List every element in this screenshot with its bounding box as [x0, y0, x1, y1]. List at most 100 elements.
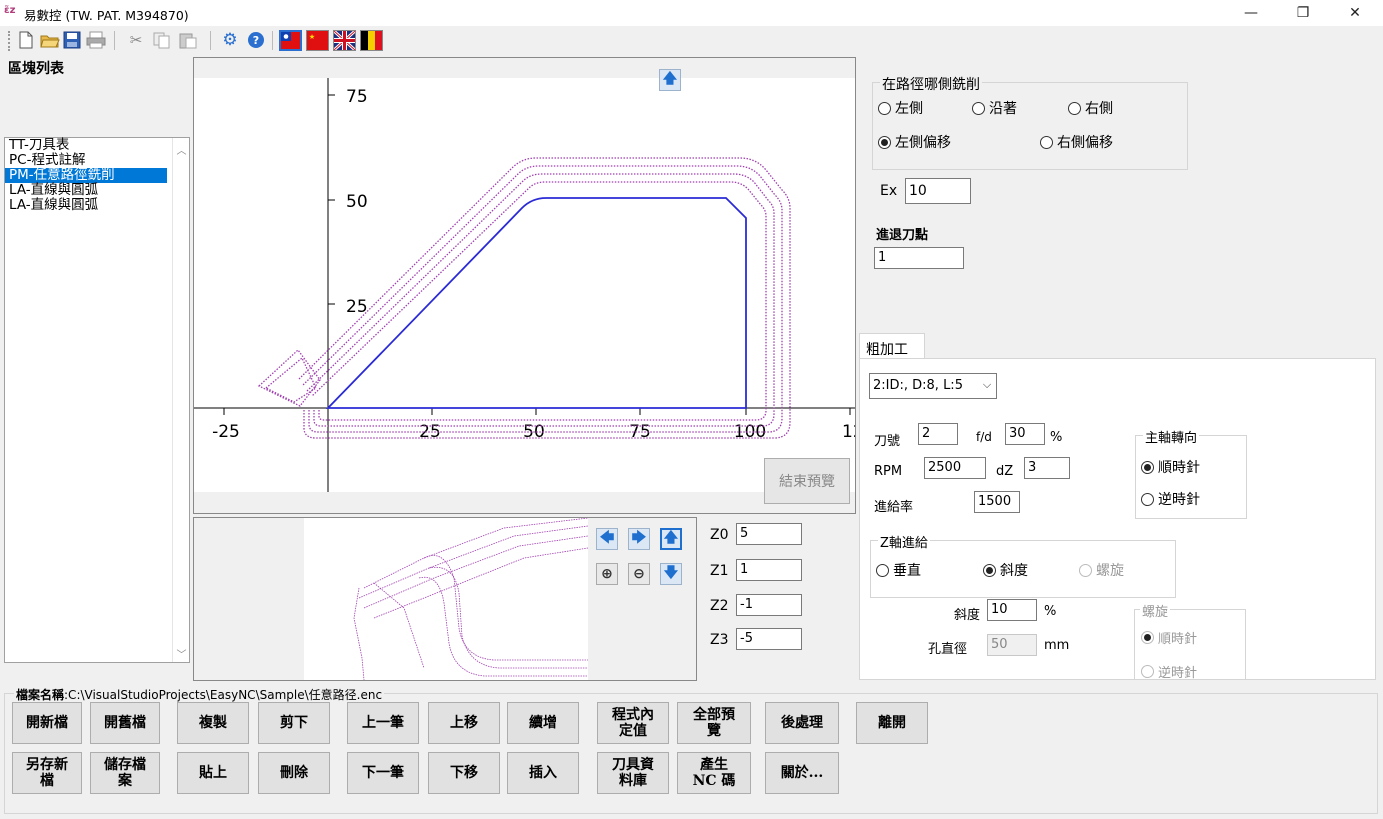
zoom-in-icon[interactable]: ⊕ [596, 563, 618, 585]
pan-right-button[interactable]: 🡆 [628, 528, 650, 550]
paste-button[interactable]: 貼上 [177, 752, 249, 794]
open-file-button[interactable]: 開舊檔 [90, 702, 160, 744]
offset-path-1 [297, 157, 791, 439]
new-file-button[interactable]: 開新檔 [12, 702, 82, 744]
tool-select[interactable]: 2:ID:, D:8, L:5 [869, 373, 997, 399]
open-folder-icon[interactable] [40, 30, 60, 50]
append-button[interactable]: 續增 [507, 702, 579, 744]
radio-helix-ccw[interactable]: 逆時針 [1141, 662, 1197, 681]
help-icon[interactable]: ? [246, 30, 266, 50]
tab-rough[interactable]: 粗加工 [859, 333, 925, 359]
settings-icon[interactable]: ⚙ [220, 30, 240, 50]
print-icon[interactable] [86, 30, 106, 50]
save-icon[interactable] [62, 30, 82, 50]
save-as-button[interactable]: 另存新檔 [12, 752, 82, 794]
insert-button[interactable]: 插入 [507, 752, 579, 794]
chevron-down-icon[interactable]: ⌵ [980, 378, 994, 396]
pan-left-button[interactable]: 🡄 [596, 528, 618, 550]
radio-label: 沿著 [989, 101, 1017, 117]
about-button[interactable]: 關於... [765, 752, 839, 794]
preview-all-button[interactable]: 全部預覽 [677, 702, 751, 744]
radio-right-offset[interactable]: 右側偏移 [1040, 132, 1113, 152]
delete-button[interactable]: 刪除 [258, 752, 330, 794]
chevron-down-icon[interactable]: ﹀ [173, 646, 190, 661]
z3-input[interactable]: -5 [736, 628, 802, 650]
dz-input[interactable]: 3 [1024, 457, 1070, 479]
exit-button[interactable]: 離開 [856, 702, 928, 744]
hole-diameter-input[interactable]: 50 [987, 634, 1037, 656]
pan-up-button[interactable]: 🡅 [660, 528, 682, 550]
feed-label: 進給率 [874, 500, 914, 515]
chevron-up-icon[interactable]: ︿ [173, 142, 190, 157]
radio-spindle-cw[interactable]: 順時針 [1141, 457, 1200, 477]
program-default-button[interactable]: 程式內 定值 [597, 702, 669, 744]
cut-icon[interactable]: ✂ [126, 30, 146, 50]
taiwan-flag-icon[interactable] [279, 30, 302, 51]
list-item[interactable]: LA-直線與圓弧 [5, 198, 189, 213]
pan-up-button[interactable]: 🡅 [659, 69, 681, 91]
previous-button[interactable]: 上一筆 [347, 702, 419, 744]
new-file-icon[interactable] [16, 30, 36, 50]
radio-spindle-ccw[interactable]: 逆時針 [1141, 489, 1200, 509]
generate-nc-button[interactable]: 產生 NC 碼 [677, 752, 751, 794]
offset-path-4 [311, 181, 767, 421]
button-line: 全部預 [693, 707, 735, 723]
scrollbar[interactable]: ︿ ﹀ [172, 138, 189, 662]
z0-input[interactable]: 5 [736, 523, 802, 545]
save-button[interactable]: 儲存檔案 [90, 752, 160, 794]
end-preview-button[interactable]: 結束預覽 [764, 458, 850, 504]
radio-vertical[interactable]: 垂直 [876, 560, 921, 580]
cut-button[interactable]: 剪下 [258, 702, 330, 744]
pan-down-button[interactable]: 🡇 [660, 563, 682, 585]
list-item[interactable]: LA-直線與圓弧 [5, 183, 189, 198]
tool-no-input[interactable]: 2 [918, 423, 958, 445]
copy-button[interactable]: 複製 [177, 702, 249, 744]
button-line: NC 碼 [692, 773, 736, 789]
z1-label: Z1 [710, 563, 729, 579]
block-list[interactable]: TT-刀具表 PC-程式註解 PM-任意路徑銑削 LA-直線與圓弧 LA-直線與… [4, 137, 190, 663]
radio-left[interactable]: 左側 [878, 98, 923, 118]
path-preview-plot[interactable]: -25 25 50 75 100 12 75 50 25 🡅 [193, 57, 856, 514]
slope-label: 斜度 [954, 608, 981, 623]
radio-circle [876, 563, 889, 577]
close-button[interactable]: ✕ [1332, 0, 1378, 26]
uk-flag-icon[interactable] [332, 29, 357, 52]
minimize-button[interactable]: — [1228, 0, 1274, 26]
radio-left-offset[interactable]: 左側偏移 [878, 132, 951, 152]
z2-input[interactable]: -1 [736, 594, 802, 616]
zoom-out-icon[interactable]: ⊖ [628, 563, 650, 585]
offset-path-3 [306, 173, 775, 427]
hole-diameter-label: 孔直徑 [928, 642, 968, 657]
post-process-button[interactable]: 後處理 [765, 702, 839, 744]
list-item[interactable]: TT-刀具表 [5, 138, 189, 153]
china-flag-icon[interactable]: ★ [306, 30, 329, 51]
list-item-selected[interactable]: PM-任意路徑銑削 [5, 168, 167, 183]
radio-slope[interactable]: 斜度 [983, 560, 1028, 580]
belgium-flag-icon[interactable] [360, 30, 383, 51]
list-item[interactable]: PC-程式註解 [5, 153, 189, 168]
feed-input[interactable]: 1500 [974, 491, 1020, 513]
fd-input[interactable]: 30 [1005, 423, 1045, 445]
radio-right[interactable]: 右側 [1068, 98, 1113, 118]
plot-bottom-strip [194, 492, 855, 513]
z1-input[interactable]: 1 [736, 559, 802, 581]
z0-label: Z0 [710, 527, 729, 543]
radio-along[interactable]: 沿著 [972, 98, 1017, 118]
radio-circle [1079, 563, 1092, 577]
paste-icon[interactable] [178, 30, 198, 50]
fd-label: f/d [976, 430, 992, 444]
restore-button[interactable]: ❐ [1280, 0, 1326, 26]
radio-label: 右側偏移 [1057, 135, 1113, 151]
slope-input[interactable]: 10 [987, 599, 1037, 621]
radio-helix[interactable]: 螺旋 [1079, 560, 1124, 580]
entry-point-input[interactable]: 1 [874, 247, 964, 269]
rpm-input[interactable]: 2500 [924, 457, 986, 479]
copy-icon[interactable] [152, 30, 172, 50]
ex-input[interactable]: 10 [905, 178, 971, 204]
mini-3d-preview[interactable]: 🡄 🡆 🡅 ⊕ ⊖ 🡇 [193, 517, 697, 681]
radio-helix-cw[interactable]: 順時針 [1141, 628, 1197, 647]
move-down-button[interactable]: 下移 [428, 752, 500, 794]
move-up-button[interactable]: 上移 [428, 702, 500, 744]
next-button[interactable]: 下一筆 [347, 752, 419, 794]
tool-database-button[interactable]: 刀具資 料庫 [597, 752, 669, 794]
